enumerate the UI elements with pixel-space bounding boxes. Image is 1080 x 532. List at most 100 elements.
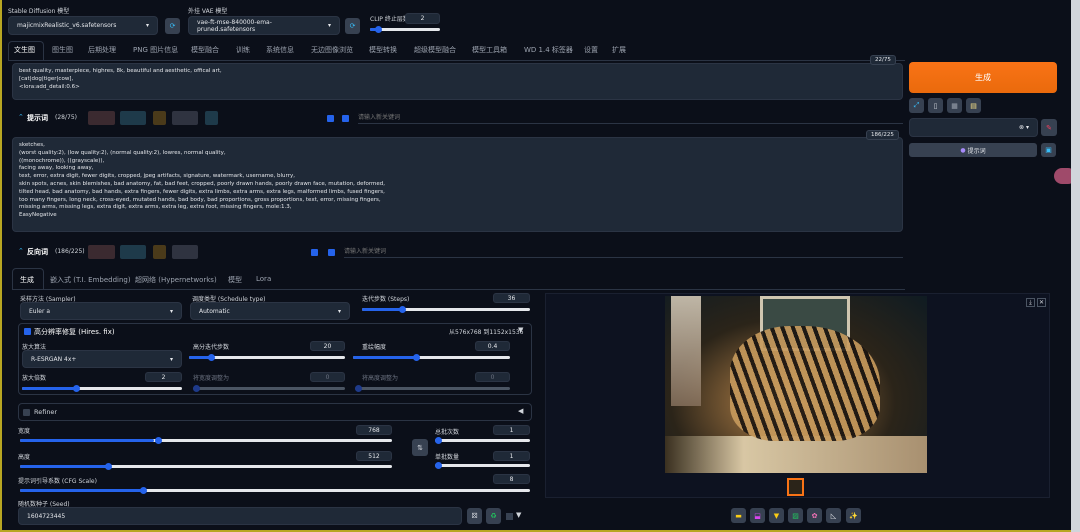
trash-icon[interactable]: ▯	[928, 98, 943, 113]
clip-input[interactable]: 2	[405, 13, 440, 24]
expand-triangle-icon[interactable]: ◀	[518, 407, 523, 415]
send-to-img2img-icon[interactable]: ▨	[788, 508, 803, 523]
keyword-input[interactable]	[358, 112, 903, 124]
resize-width-input[interactable]: 0	[310, 372, 345, 382]
swap-dimensions-icon[interactable]: ⇅	[412, 439, 428, 456]
subtab-hypernetworks[interactable]: 超网络 (Hypernetworks)	[135, 275, 217, 285]
clear-buttons[interactable]	[88, 111, 115, 125]
seed-input[interactable]: 1604723445	[18, 507, 462, 525]
subtab-embedding[interactable]: 嵌入式 (T.I. Embedding)	[50, 275, 131, 285]
download-icon[interactable]: ⤓	[1026, 298, 1035, 307]
batch-size-slider[interactable]	[435, 462, 530, 469]
tab-settings[interactable]: 设置	[584, 45, 598, 55]
checkbox[interactable]	[328, 249, 335, 256]
tab-merge[interactable]: 模型融合	[191, 45, 219, 55]
denoise-slider[interactable]	[353, 354, 510, 361]
tab-train[interactable]: 训练	[236, 45, 250, 55]
save-icon[interactable]: ⬓	[750, 508, 765, 523]
send-to-inpaint-icon[interactable]: ✿	[807, 508, 822, 523]
upscale-input[interactable]: 2	[145, 372, 182, 382]
thumbnail[interactable]	[787, 478, 804, 496]
clip-slider[interactable]	[370, 26, 440, 33]
tab-model-toolkit[interactable]: 模型工具箱	[472, 45, 507, 55]
batch-count-input[interactable]: 1	[493, 425, 530, 435]
send-to-extras-icon[interactable]: ◺	[826, 508, 841, 523]
styles-dropdown[interactable]: ⊗ ▾	[909, 118, 1038, 137]
subtab-lora[interactable]: Lora	[256, 275, 271, 283]
tab-png-info[interactable]: PNG 图片信息	[133, 45, 178, 55]
settings-button[interactable]	[205, 111, 218, 125]
collapse-icon[interactable]: ⌃	[18, 113, 24, 121]
tab-img2img[interactable]: 图生图	[52, 45, 73, 55]
copy-buttons[interactable]	[120, 111, 146, 125]
copy-buttons[interactable]	[120, 245, 146, 259]
resize-width-slider[interactable]	[193, 385, 345, 392]
batch-size-input[interactable]: 1	[493, 451, 530, 461]
clear-icon[interactable]: ⊗ ▾	[1019, 124, 1029, 131]
edit-style-icon[interactable]: ✎	[1041, 119, 1057, 136]
refresh-icon[interactable]: ⟳	[165, 18, 180, 34]
generate-button[interactable]: 生成	[909, 62, 1057, 93]
generated-image[interactable]	[665, 296, 927, 473]
refresh-icon[interactable]: ⟳	[345, 18, 360, 34]
tab-extensions[interactable]: 扩展	[612, 45, 626, 55]
dice-icon[interactable]: ⚄	[467, 508, 482, 524]
extra-seed-checkbox[interactable]	[506, 513, 513, 520]
tab-extras[interactable]: 后期处理	[88, 45, 116, 55]
height-input[interactable]: 512	[356, 451, 392, 461]
sampler-dropdown[interactable]: Euler a ▾	[20, 302, 182, 320]
translate-button[interactable]	[153, 111, 166, 125]
negative-prompt-textarea[interactable]: sketches, (worst quality:2), (low qualit…	[12, 137, 903, 232]
checkbox[interactable]	[327, 115, 334, 122]
checkbox[interactable]	[311, 249, 318, 256]
subtab-checkpoints[interactable]: 模型	[228, 275, 242, 285]
tab-supermerger[interactable]: 超级模型融合	[414, 45, 456, 55]
recycle-icon[interactable]: ♻	[486, 508, 501, 524]
prompt-textarea[interactable]: best quality, masterpiece, highres, 8k, …	[12, 63, 903, 100]
cfg-slider[interactable]	[20, 487, 530, 494]
sd-model-dropdown[interactable]: majicmixRealistic_v6.safetensors ▾	[8, 16, 158, 35]
image-icon[interactable]: ▣	[1041, 143, 1056, 157]
subtab-generate[interactable]: 生成	[20, 275, 34, 285]
save-style-icon[interactable]: ▤	[966, 98, 981, 113]
vae-dropdown[interactable]: vae-ft-mse-840000-ema-pruned.safetensors…	[188, 16, 340, 35]
width-slider[interactable]	[20, 437, 392, 444]
tab-txt2img[interactable]: 文生图	[14, 45, 35, 55]
resize-height-input[interactable]: 0	[475, 372, 510, 382]
sparkle-icon[interactable]: ✨	[846, 508, 861, 523]
history-buttons[interactable]	[172, 245, 198, 259]
schedule-dropdown[interactable]: Automatic ▾	[190, 302, 350, 320]
chevron-down-icon[interactable]: ▼	[516, 511, 521, 519]
tab-wd14-tagger[interactable]: WD 1.4 标签器	[524, 45, 573, 55]
tab-sysinfo[interactable]: 系统信息	[266, 45, 294, 55]
collapse-triangle-icon[interactable]: ▼	[518, 326, 523, 334]
hires-steps-input[interactable]: 20	[310, 341, 345, 351]
scrollbar[interactable]	[1071, 0, 1080, 532]
tab-image-browser[interactable]: 无边图像浏览	[311, 45, 353, 55]
close-icon[interactable]: ✕	[1037, 298, 1046, 307]
clipboard-icon[interactable]: ▦	[947, 98, 962, 113]
folder-icon[interactable]: ▬	[731, 508, 746, 523]
hires-steps-slider[interactable]	[189, 354, 345, 361]
upscaler-dropdown[interactable]: R-ESRGAN 4x+ ▾	[22, 350, 182, 368]
hires-checkbox[interactable]	[24, 328, 31, 335]
checkbox[interactable]	[342, 115, 349, 122]
steps-slider[interactable]	[362, 306, 530, 313]
translate-button[interactable]	[153, 245, 166, 259]
width-input[interactable]: 768	[356, 425, 392, 435]
keyword-input[interactable]	[344, 246, 903, 258]
refiner-checkbox[interactable]	[23, 409, 30, 416]
arrow-icon[interactable]: ⤢	[909, 98, 924, 113]
batch-count-slider[interactable]	[435, 437, 530, 444]
resize-height-slider[interactable]	[355, 385, 510, 392]
height-slider[interactable]	[20, 463, 392, 470]
zip-icon[interactable]: ▼	[769, 508, 784, 523]
tab-model-convert[interactable]: 模型转换	[369, 45, 397, 55]
steps-input[interactable]: 36	[493, 293, 530, 303]
history-buttons[interactable]	[172, 111, 198, 125]
denoise-input[interactable]: 0.4	[475, 341, 510, 351]
cfg-input[interactable]: 8	[493, 474, 530, 484]
collapse-icon[interactable]: ⌃	[18, 247, 24, 255]
prompt-button[interactable]: ● 提示词	[909, 143, 1037, 157]
clear-buttons[interactable]	[88, 245, 115, 259]
